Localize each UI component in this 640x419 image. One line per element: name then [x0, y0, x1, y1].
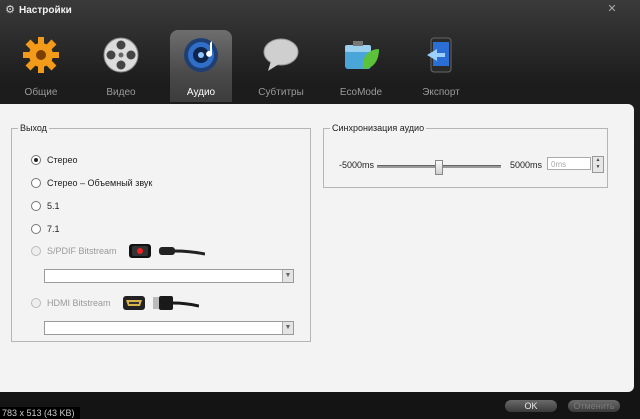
sync-value-field[interactable]: 0ms: [547, 157, 591, 170]
tab-export[interactable]: Экспорт: [410, 30, 472, 102]
settings-panel: Выход Стерео Стерео – Объемный звук 5.1 …: [0, 104, 634, 392]
sync-min-label: -5000ms: [339, 160, 375, 170]
cancel-button[interactable]: Отменить: [568, 400, 620, 412]
chevron-down-icon[interactable]: ▼: [282, 270, 293, 282]
audio-sync-legend: Синхронизация аудио: [332, 123, 425, 133]
speech-bubble-icon: [263, 38, 299, 71]
radio-stereo[interactable]: Стерео: [31, 155, 78, 165]
audio-sync-group: Синхронизация аудио -5000ms 5000ms 0ms ▲…: [323, 123, 608, 188]
radio-stereo-surround-button[interactable]: [31, 178, 41, 188]
settings-window: ⚙ Настройки ✕ Общие Видео Аудио Субтитры…: [0, 0, 640, 419]
radio-5-1-button[interactable]: [31, 201, 41, 211]
tab-ecomode[interactable]: EcoMode: [330, 30, 392, 102]
radio-7-1-button[interactable]: [31, 224, 41, 234]
image-size-status: 783 x 513 (43 KB): [0, 407, 80, 419]
sync-spinner[interactable]: ▲ ▼: [592, 156, 604, 173]
gear-icon: [23, 37, 59, 73]
sync-max-label: 5000ms: [510, 160, 543, 170]
tab-video-label: Видео: [106, 87, 136, 98]
hdmi-port-icon: [122, 296, 145, 310]
radio-spdif-label: S/PDIF Bitstream: [47, 246, 117, 256]
tab-subtitles[interactable]: Субтитры: [250, 30, 312, 102]
radio-hdmi-label: HDMI Bitstream: [47, 298, 111, 308]
hdmi-cable-icon: [152, 296, 199, 310]
radio-stereo-button[interactable]: [31, 155, 41, 165]
radio-5-1-label: 5.1: [47, 201, 60, 211]
phone-export-icon: [427, 37, 452, 73]
radio-hdmi-button[interactable]: [31, 298, 41, 308]
chevron-down-icon[interactable]: ▼: [282, 322, 293, 334]
close-icon[interactable]: ✕: [602, 2, 622, 16]
radio-stereo-surround-label: Стерео – Объемный звук: [47, 178, 153, 188]
tab-video[interactable]: Видео: [90, 30, 152, 102]
battery-leaf-icon: [345, 41, 379, 69]
speaker-icon: [184, 38, 218, 72]
radio-7-1-label: 7.1: [47, 224, 60, 234]
spdif-port-icon: [128, 244, 151, 258]
spinner-up-icon[interactable]: ▲: [593, 157, 603, 164]
ok-button[interactable]: OK: [505, 400, 557, 412]
sync-slider-thumb[interactable]: [435, 160, 443, 175]
tab-general[interactable]: Общие: [10, 30, 72, 102]
tab-export-label: Экспорт: [422, 87, 460, 98]
tab-general-label: Общие: [24, 87, 58, 98]
radio-stereo-label: Стерео: [47, 155, 78, 165]
spdif-combo[interactable]: ▼: [44, 269, 294, 283]
settings-tabs: Общие Видео Аудио Субтитры EcoMode Экспо…: [10, 30, 490, 102]
gear-small-icon: ⚙: [5, 4, 15, 16]
output-legend: Выход: [20, 123, 47, 133]
window-title: Настройки: [19, 4, 72, 16]
film-reel-icon: [103, 37, 139, 73]
radio-spdif-button[interactable]: [31, 246, 41, 256]
tab-audio-label: Аудио: [186, 87, 216, 98]
radio-5-1[interactable]: 5.1: [31, 201, 60, 211]
radio-stereo-surround[interactable]: Стерео – Объемный звук: [31, 178, 152, 188]
output-group: Выход Стерео Стерео – Объемный звук 5.1 …: [11, 123, 311, 342]
title-bar: ⚙ Настройки ✕: [0, 0, 640, 20]
radio-spdif[interactable]: S/PDIF Bitstream: [31, 244, 205, 258]
tab-audio[interactable]: Аудио: [170, 30, 232, 102]
radio-7-1[interactable]: 7.1: [31, 224, 60, 234]
hdmi-combo[interactable]: ▼: [44, 321, 294, 335]
spinner-down-icon[interactable]: ▼: [593, 164, 603, 171]
tab-subtitles-label: Субтитры: [258, 87, 304, 98]
optical-cable-icon: [158, 244, 205, 258]
radio-hdmi[interactable]: HDMI Bitstream: [31, 296, 199, 310]
tab-ecomode-label: EcoMode: [339, 87, 383, 98]
